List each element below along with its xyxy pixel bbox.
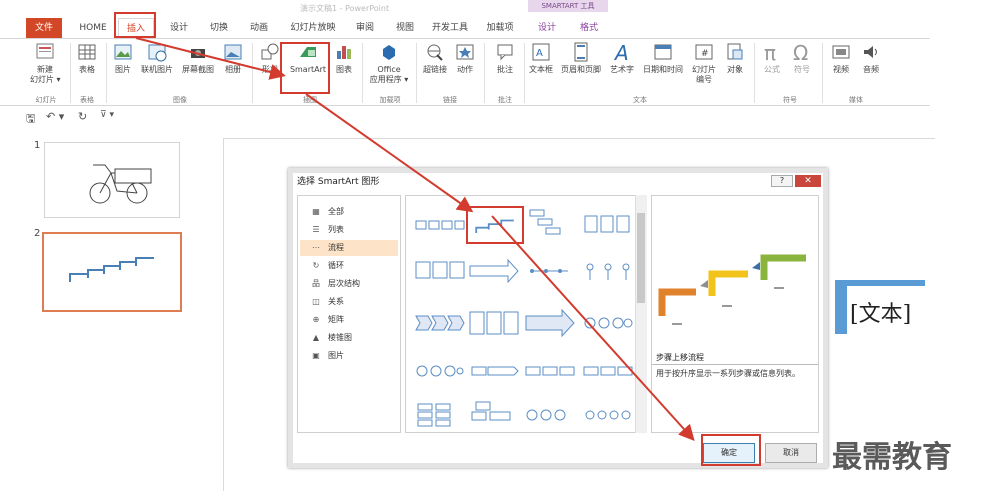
annotation-arrows bbox=[135, 37, 695, 441]
arrow-to-smartart bbox=[135, 37, 286, 80]
watermark-text: 最需教育 bbox=[832, 440, 952, 475]
arrow-to-ok bbox=[491, 215, 695, 441]
arrow-to-layout bbox=[305, 93, 474, 213]
